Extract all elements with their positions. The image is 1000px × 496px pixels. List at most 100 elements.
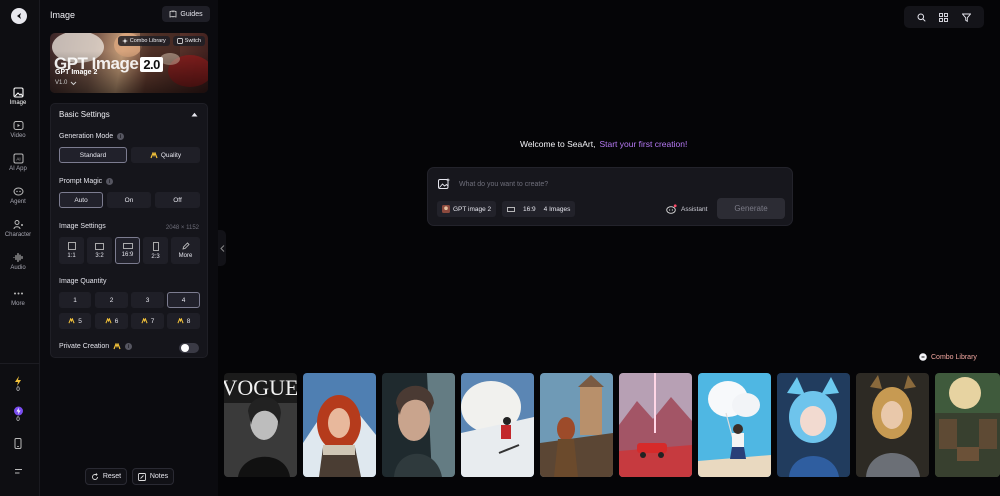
gallery-item[interactable] — [777, 373, 850, 477]
quantity-7-button[interactable]: 7 — [131, 313, 164, 329]
quantity-label: 3 — [145, 296, 150, 304]
generation-mode-text: Generation Mode — [59, 133, 114, 140]
rail-label: Audio — [10, 265, 26, 271]
gallery-item[interactable] — [619, 373, 692, 477]
basic-settings-header[interactable]: Basic Settings — [59, 110, 110, 119]
quantity-2-button[interactable]: 2 — [95, 292, 128, 308]
switch-chip-label: Switch — [184, 38, 201, 44]
prompt-input[interactable]: What do you want to create? — [459, 181, 548, 188]
credit-count-value: 0 — [16, 417, 20, 423]
magic-auto-label: Auto — [74, 196, 88, 204]
seaart-logo-icon[interactable] — [11, 8, 27, 24]
caret-up-icon[interactable] — [191, 112, 198, 117]
combo-library-icon — [919, 353, 927, 361]
gallery-item[interactable] — [856, 373, 929, 477]
info-icon[interactable]: i — [106, 178, 114, 185]
magic-auto-button[interactable]: Auto — [59, 192, 103, 208]
gallery-item[interactable] — [698, 373, 771, 477]
add-image-icon[interactable] — [438, 178, 450, 189]
rail-label: Character — [4, 232, 32, 238]
rail-item-agent[interactable]: Agent — [0, 185, 36, 206]
gallery-item[interactable] — [540, 373, 613, 477]
rail-item-more[interactable]: More — [0, 287, 36, 308]
gallery-image-skier — [461, 373, 534, 477]
mode-standard-button[interactable]: Standard — [59, 147, 127, 163]
rail-item-audio[interactable]: Audio — [0, 251, 36, 272]
quantity-1-button[interactable]: 1 — [59, 292, 91, 308]
gallery-image-castle-explorer — [540, 373, 613, 477]
reset-button[interactable]: Reset — [85, 468, 127, 485]
gallery-image-ice-woman — [382, 373, 455, 477]
assistant-label: Assistant — [681, 205, 708, 213]
premium-lightning-icon — [150, 151, 158, 158]
notes-icon — [137, 472, 146, 481]
quantity-8-button[interactable]: 8 — [167, 313, 200, 329]
private-creation-toggle[interactable] — [179, 343, 199, 353]
notes-button[interactable]: Notes — [132, 468, 174, 485]
combo-library-chip-label: Combo Library — [129, 38, 166, 44]
quantity-3-button[interactable]: 3 — [131, 292, 164, 308]
gallery-item[interactable]: VOGUE — [224, 373, 297, 477]
rail-item-character[interactable]: Character — [0, 218, 36, 239]
collapse-panel-handle[interactable] — [218, 230, 226, 266]
info-icon[interactable]: i — [117, 133, 125, 140]
purple-bolt-icon — [13, 406, 23, 416]
gallery-item[interactable] — [382, 373, 455, 477]
gallery-item[interactable] — [303, 373, 376, 477]
gallery-item[interactable] — [935, 373, 1000, 477]
menu-button[interactable] — [0, 468, 36, 475]
toggle-knob — [181, 344, 189, 352]
credit-count[interactable]: 0 — [0, 406, 36, 423]
grid-view-icon[interactable] — [939, 12, 949, 22]
ratio-chip-label: 16:9 — [523, 205, 536, 213]
info-icon[interactable]: i — [125, 343, 133, 350]
magic-off-label: Off — [173, 196, 182, 204]
model-banner[interactable]: Combo Library Switch GPT Image 2.0 GPT Im… — [50, 33, 208, 93]
quantity-5-button[interactable]: 5 — [59, 313, 91, 329]
ratio-16-9-button[interactable]: 16:9 — [115, 237, 140, 264]
ratio-2-3-button[interactable]: 2:3 — [143, 237, 168, 264]
rail-item-image[interactable]: Image — [0, 86, 36, 107]
prompt-box: What do you want to create? GPT image 2 … — [427, 167, 793, 226]
lightning-icon — [15, 376, 21, 386]
combo-library-chip[interactable]: Combo Library — [117, 36, 170, 46]
mode-quality-button[interactable]: Quality — [131, 147, 200, 163]
size-chip[interactable]: 16:9 4 Images — [502, 201, 576, 217]
assistant-icon — [666, 204, 677, 214]
generation-mode-label: Generation Mode i — [59, 133, 125, 140]
quantity-6-button[interactable]: 6 — [95, 313, 128, 329]
chevron-down-icon — [70, 81, 77, 85]
switch-model-chip[interactable]: Switch — [172, 36, 205, 46]
energy-count[interactable]: 0 — [0, 376, 36, 393]
gallery-image-library-room — [935, 373, 1000, 477]
book-icon — [170, 10, 177, 18]
quantity-label: 7 — [150, 317, 155, 325]
rail-item-video[interactable]: Video — [0, 119, 36, 140]
combo-library-link[interactable]: Combo Library — [919, 353, 977, 361]
mobile-app-button[interactable] — [0, 438, 36, 449]
guides-button[interactable]: Guides — [162, 6, 210, 22]
magic-on-button[interactable]: On — [107, 192, 151, 208]
inspiration-gallery: VOGUE — [224, 372, 1000, 478]
prompt-magic-text: Prompt Magic — [59, 178, 103, 185]
magic-off-button[interactable]: Off — [155, 192, 200, 208]
model-chip[interactable]: GPT image 2 — [437, 201, 497, 217]
search-icon[interactable] — [917, 13, 926, 22]
gallery-item[interactable] — [461, 373, 534, 477]
welcome-highlight[interactable]: Start your first creation! — [599, 139, 687, 149]
rail-label: More — [11, 301, 25, 307]
version-select[interactable]: V1.0 — [55, 80, 77, 86]
generate-button[interactable]: Generate — [717, 198, 785, 219]
ratio-more-button[interactable]: More — [171, 237, 200, 264]
panel-title: Image — [50, 10, 76, 20]
menu-icon — [14, 469, 22, 474]
welcome-text: Welcome to SeaArt, — [520, 139, 596, 149]
quantity-label: 4 — [181, 296, 186, 304]
ratio-3-2-button[interactable]: 3:2 — [87, 237, 112, 264]
rail-item-ai-app[interactable]: AI AI App — [0, 152, 36, 173]
filter-icon[interactable] — [962, 13, 972, 22]
quantity-4-button[interactable]: 4 — [167, 292, 200, 308]
ratio-1-1-button[interactable]: 1:1 — [59, 237, 84, 264]
assistant-button[interactable]: Assistant — [666, 204, 707, 214]
image-quantity-label: Image Quantity — [59, 278, 106, 285]
